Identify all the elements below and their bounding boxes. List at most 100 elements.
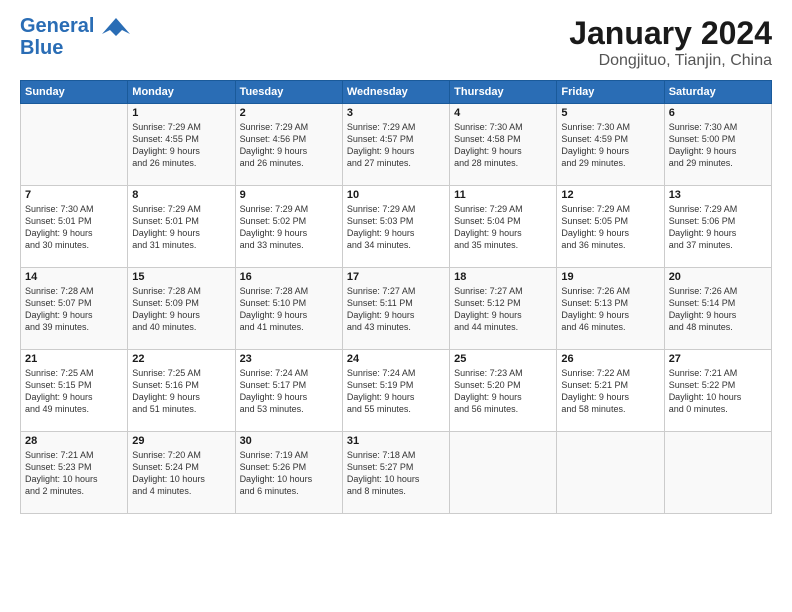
calendar-cell: 21Sunrise: 7:25 AM Sunset: 5:15 PM Dayli… [21, 350, 128, 432]
day-info: Sunrise: 7:30 AM Sunset: 4:58 PM Dayligh… [454, 121, 552, 170]
day-number: 6 [669, 107, 767, 119]
week-row-3: 21Sunrise: 7:25 AM Sunset: 5:15 PM Dayli… [21, 350, 772, 432]
month-title: January 2024 [569, 15, 772, 52]
calendar-cell: 22Sunrise: 7:25 AM Sunset: 5:16 PM Dayli… [128, 350, 235, 432]
day-number: 15 [132, 271, 230, 283]
day-number: 3 [347, 107, 445, 119]
page: General Blue January 2024 Dongjituo, Tia… [0, 0, 792, 612]
day-info: Sunrise: 7:29 AM Sunset: 5:01 PM Dayligh… [132, 203, 230, 252]
day-number: 12 [561, 189, 659, 201]
calendar-cell: 25 Sunrise: 7:23 AM Sunset: 5:20 PM Dayli… [450, 350, 557, 432]
day-info: Sunrise: 7:29 AM Sunset: 5:06 PM Dayligh… [669, 203, 767, 252]
calendar-header-row: SundayMondayTuesdayWednesdayThursdayFrid… [21, 81, 772, 104]
day-info: Sunrise: 7:24 AM Sunset: 5:17 PM Dayligh… [240, 367, 338, 416]
day-number: 27 [669, 353, 767, 365]
calendar-cell: 14 Sunrise: 7:28 AM Sunset: 5:07 PM Dayli… [21, 268, 128, 350]
calendar-cell: 29 Sunrise: 7:20 AM Sunset: 5:24 PM Dayli… [128, 432, 235, 514]
calendar-cell: 6 Sunrise: 7:30 AM Sunset: 5:00 PM Daylig… [664, 104, 771, 186]
calendar-cell: 20 Sunrise: 7:26 AM Sunset: 5:14 PM Dayli… [664, 268, 771, 350]
title-block: January 2024 Dongjituo, Tianjin, China [569, 15, 772, 70]
day-number: 19 [561, 271, 659, 283]
calendar-cell [450, 432, 557, 514]
calendar-cell: 7 Sunrise: 7:30 AM Sunset: 5:01 PM Daylig… [21, 186, 128, 268]
logo: General Blue [20, 15, 130, 58]
calendar-cell: 18Sunrise: 7:27 AM Sunset: 5:12 PM Dayli… [450, 268, 557, 350]
day-info: Sunrise: 7:28 AM Sunset: 5:07 PM Dayligh… [25, 285, 123, 334]
calendar-cell: 8 Sunrise: 7:29 AM Sunset: 5:01 PM Daylig… [128, 186, 235, 268]
calendar-cell: 10Sunrise: 7:29 AM Sunset: 5:03 PM Dayli… [342, 186, 449, 268]
day-number: 16 [240, 271, 338, 283]
day-info: Sunrise: 7:28 AM Sunset: 5:09 PM Dayligh… [132, 285, 230, 334]
day-info: Sunrise: 7:26 AM Sunset: 5:14 PM Dayligh… [669, 285, 767, 334]
calendar-table: SundayMondayTuesdayWednesdayThursdayFrid… [20, 80, 772, 514]
day-number: 4 [454, 107, 552, 119]
day-number: 9 [240, 189, 338, 201]
day-number: 30 [240, 435, 338, 447]
col-header-saturday: Saturday [664, 81, 771, 104]
day-number: 5 [561, 107, 659, 119]
day-info: Sunrise: 7:29 AM Sunset: 4:55 PM Dayligh… [132, 121, 230, 170]
day-info: Sunrise: 7:29 AM Sunset: 5:05 PM Dayligh… [561, 203, 659, 252]
calendar-cell: 31Sunrise: 7:18 AM Sunset: 5:27 PM Dayli… [342, 432, 449, 514]
header: General Blue January 2024 Dongjituo, Tia… [20, 15, 772, 70]
calendar-cell: 24Sunrise: 7:24 AM Sunset: 5:19 PM Dayli… [342, 350, 449, 432]
calendar-cell: 28Sunrise: 7:21 AM Sunset: 5:23 PM Dayli… [21, 432, 128, 514]
day-number: 25 [454, 353, 552, 365]
calendar-cell: 12 Sunrise: 7:29 AM Sunset: 5:05 PM Dayli… [557, 186, 664, 268]
calendar-cell: 4 Sunrise: 7:30 AM Sunset: 4:58 PM Daylig… [450, 104, 557, 186]
day-number: 23 [240, 353, 338, 365]
calendar-cell: 27 Sunrise: 7:21 AM Sunset: 5:22 PM Dayli… [664, 350, 771, 432]
day-number: 21 [25, 353, 123, 365]
week-row-1: 7 Sunrise: 7:30 AM Sunset: 5:01 PM Daylig… [21, 186, 772, 268]
calendar-cell: 26Sunrise: 7:22 AM Sunset: 5:21 PM Dayli… [557, 350, 664, 432]
day-number: 20 [669, 271, 767, 283]
day-info: Sunrise: 7:21 AM Sunset: 5:23 PM Dayligh… [25, 449, 123, 498]
calendar-cell: 13Sunrise: 7:29 AM Sunset: 5:06 PM Dayli… [664, 186, 771, 268]
calendar-cell: 5 Sunrise: 7:30 AM Sunset: 4:59 PM Daylig… [557, 104, 664, 186]
day-info: Sunrise: 7:24 AM Sunset: 5:19 PM Dayligh… [347, 367, 445, 416]
week-row-4: 28Sunrise: 7:21 AM Sunset: 5:23 PM Dayli… [21, 432, 772, 514]
day-info: Sunrise: 7:29 AM Sunset: 5:02 PM Dayligh… [240, 203, 338, 252]
day-number: 11 [454, 189, 552, 201]
col-header-tuesday: Tuesday [235, 81, 342, 104]
day-info: Sunrise: 7:22 AM Sunset: 5:21 PM Dayligh… [561, 367, 659, 416]
day-info: Sunrise: 7:19 AM Sunset: 5:26 PM Dayligh… [240, 449, 338, 498]
day-number: 10 [347, 189, 445, 201]
logo-general: General [20, 15, 94, 37]
day-info: Sunrise: 7:21 AM Sunset: 5:22 PM Dayligh… [669, 367, 767, 416]
day-number: 8 [132, 189, 230, 201]
day-number: 2 [240, 107, 338, 119]
day-number: 14 [25, 271, 123, 283]
day-number: 18 [454, 271, 552, 283]
day-info: Sunrise: 7:20 AM Sunset: 5:24 PM Dayligh… [132, 449, 230, 498]
day-info: Sunrise: 7:30 AM Sunset: 5:00 PM Dayligh… [669, 121, 767, 170]
calendar-cell: 1Sunrise: 7:29 AM Sunset: 4:55 PM Daylig… [128, 104, 235, 186]
calendar-cell: 11 Sunrise: 7:29 AM Sunset: 5:04 PM Dayli… [450, 186, 557, 268]
day-info: Sunrise: 7:29 AM Sunset: 4:57 PM Dayligh… [347, 121, 445, 170]
day-info: Sunrise: 7:30 AM Sunset: 5:01 PM Dayligh… [25, 203, 123, 252]
location: Dongjituo, Tianjin, China [569, 52, 772, 70]
calendar-cell [557, 432, 664, 514]
calendar-cell: 2 Sunrise: 7:29 AM Sunset: 4:56 PM Daylig… [235, 104, 342, 186]
day-info: Sunrise: 7:29 AM Sunset: 4:56 PM Dayligh… [240, 121, 338, 170]
calendar-cell: 23 Sunrise: 7:24 AM Sunset: 5:17 PM Dayli… [235, 350, 342, 432]
day-info: Sunrise: 7:18 AM Sunset: 5:27 PM Dayligh… [347, 449, 445, 498]
calendar-cell: 19Sunrise: 7:26 AM Sunset: 5:13 PM Dayli… [557, 268, 664, 350]
calendar-cell: 9 Sunrise: 7:29 AM Sunset: 5:02 PM Daylig… [235, 186, 342, 268]
day-number: 17 [347, 271, 445, 283]
col-header-wednesday: Wednesday [342, 81, 449, 104]
day-info: Sunrise: 7:29 AM Sunset: 5:04 PM Dayligh… [454, 203, 552, 252]
calendar-cell: 17 Sunrise: 7:27 AM Sunset: 5:11 PM Dayli… [342, 268, 449, 350]
day-number: 22 [132, 353, 230, 365]
day-info: Sunrise: 7:30 AM Sunset: 4:59 PM Dayligh… [561, 121, 659, 170]
day-info: Sunrise: 7:23 AM Sunset: 5:20 PM Dayligh… [454, 367, 552, 416]
day-number: 7 [25, 189, 123, 201]
col-header-friday: Friday [557, 81, 664, 104]
day-info: Sunrise: 7:27 AM Sunset: 5:11 PM Dayligh… [347, 285, 445, 334]
logo-bird-icon [102, 16, 130, 38]
calendar-cell: 3 Sunrise: 7:29 AM Sunset: 4:57 PM Daylig… [342, 104, 449, 186]
col-header-thursday: Thursday [450, 81, 557, 104]
calendar-cell: 15 Sunrise: 7:28 AM Sunset: 5:09 PM Dayli… [128, 268, 235, 350]
day-number: 29 [132, 435, 230, 447]
calendar-cell [664, 432, 771, 514]
